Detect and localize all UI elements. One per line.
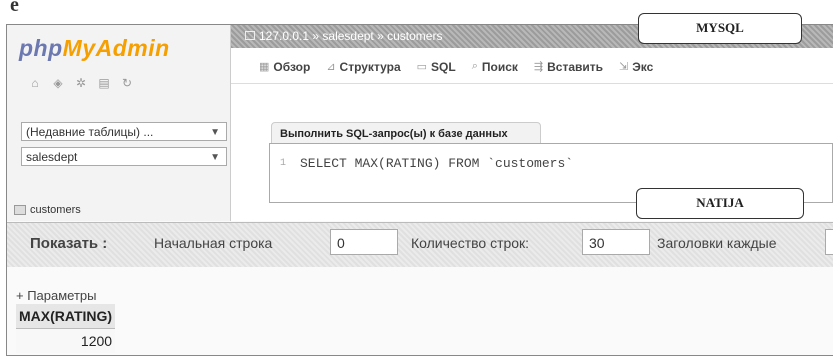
tab-search[interactable]: ⌕ Поиск [472, 60, 518, 74]
breadcrumb-database[interactable]: salesdept [322, 29, 373, 43]
structure-icon: ⊿ [326, 61, 336, 73]
nav-icon-bar: ⌂ ◈ ✲ ▤ ↻ [29, 77, 133, 89]
database-select-value: salesdept [26, 150, 78, 164]
tab-insert-label: Вставить [547, 59, 604, 74]
chevron-down-icon: ▼ [210, 152, 220, 163]
tab-sql-label: SQL [431, 59, 456, 74]
database-icon[interactable]: ◈ [52, 77, 64, 89]
annotation-natija: NATIJA [636, 188, 804, 219]
show-label: Показать : [30, 235, 108, 252]
line-number: 1 [280, 158, 287, 169]
column-header-max-rating[interactable]: MAX(RATING) [16, 304, 116, 329]
logo-myadmin: MyAdmin [62, 35, 170, 61]
export-icon: ⇲ [619, 61, 629, 73]
nav-table-item[interactable]: customers [14, 204, 81, 216]
start-row-input[interactable]: 0 [330, 229, 398, 255]
tab-bar: ▦ Обзор ⊿ Структура ▭ SQL ⌕ Поиск ⇶ Вставить … [231, 50, 833, 84]
tab-sql[interactable]: ▭ SQL [417, 60, 456, 74]
logo-php: php [19, 35, 63, 61]
headers-every-input[interactable]: 1 [825, 229, 833, 255]
tab-search-label: Поиск [481, 59, 518, 74]
navigation-panel: phpMyAdmin ⌂ ◈ ✲ ▤ ↻ (Недавние таблицы) … [7, 25, 231, 221]
table-header-row: MAX(RATING) [16, 304, 116, 329]
breadcrumb-table[interactable]: customers [387, 29, 442, 43]
server-icon [245, 31, 255, 40]
row-count-label: Количество строк: [411, 235, 530, 251]
docs-icon[interactable]: ▤ [98, 77, 110, 89]
results-toolbar: Показать : Начальная строка 0 Количество… [7, 222, 833, 267]
tab-browse-label: Обзор [273, 59, 311, 74]
table-icon [14, 205, 26, 216]
tab-structure-label: Структура [339, 59, 401, 74]
headers-every-label: Заголовки каждые [657, 235, 777, 251]
sql-icon: ▭ [416, 61, 428, 73]
table-row: 1200 [16, 328, 116, 353]
home-icon[interactable]: ⌂ [29, 77, 41, 89]
start-row-label: Начальная строка [154, 235, 273, 251]
recent-tables-value: (Недавние таблицы) ... [26, 125, 154, 139]
annotation-mysql: MYSQL [638, 13, 802, 44]
browse-icon: ▦ [259, 61, 270, 73]
sql-query-text: SELECT MAX(RATING) FROM `customers` [300, 156, 574, 171]
recent-tables-select[interactable]: (Недавние таблицы) ... ▼ [21, 122, 227, 141]
result-cell: 1200 [16, 328, 116, 353]
settings-icon[interactable]: ✲ [75, 77, 87, 89]
tab-export[interactable]: ⇲ Экс [619, 60, 653, 74]
tab-insert[interactable]: ⇶ Вставить [534, 60, 603, 74]
phpmyadmin-logo[interactable]: phpMyAdmin [19, 35, 170, 62]
database-select[interactable]: salesdept ▼ [21, 147, 227, 166]
tab-browse[interactable]: ▦ Обзор [259, 60, 310, 74]
breadcrumb-server[interactable]: 127.0.0.1 [259, 29, 309, 43]
page-caption: e [10, 0, 19, 16]
reload-icon[interactable]: ↻ [121, 77, 133, 89]
tab-export-label: Экс [632, 59, 654, 74]
chevron-down-icon: ▼ [210, 127, 220, 138]
tab-structure[interactable]: ⊿ Структура [326, 60, 400, 74]
sql-query-legend: Выполнить SQL-запрос(ы) к базе данных sa… [271, 122, 541, 162]
row-count-input[interactable]: 30 [582, 229, 650, 255]
result-table: MAX(RATING) 1200 [16, 304, 116, 353]
search-icon: ⌕ [471, 60, 478, 72]
insert-icon: ⇶ [533, 61, 544, 73]
options-toggle[interactable]: + Параметры [16, 288, 97, 303]
nav-table-label: customers [30, 204, 81, 216]
